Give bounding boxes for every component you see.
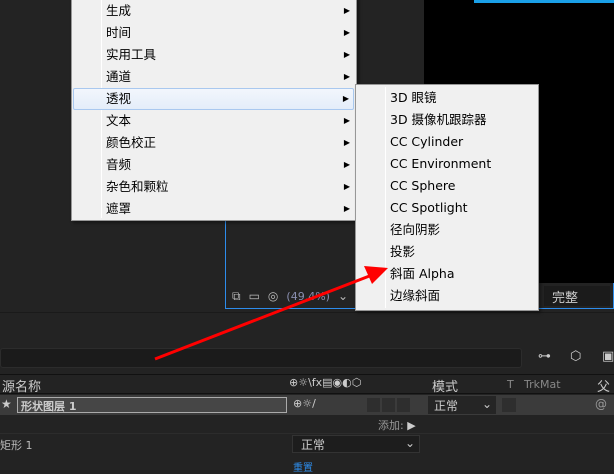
arrow-head-icon	[364, 266, 388, 284]
arrow-line	[154, 273, 373, 361]
annotation-arrow	[154, 266, 388, 361]
